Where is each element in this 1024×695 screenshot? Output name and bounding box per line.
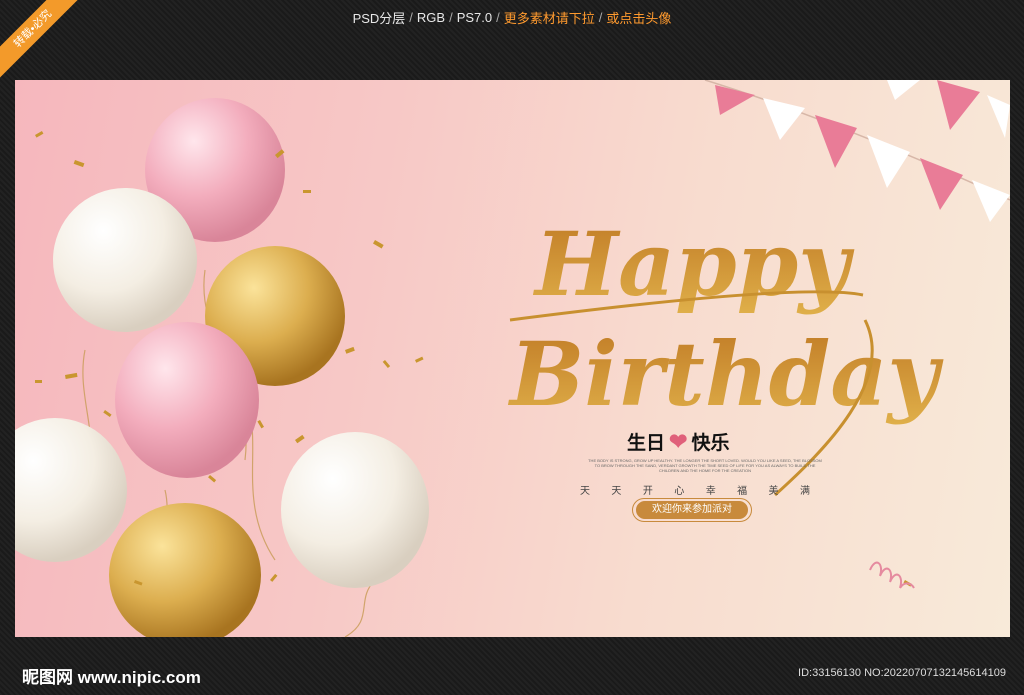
title-left: 生日 <box>627 433 666 454</box>
happy-birthday-script: Happy Birthday <box>507 212 944 426</box>
daily-char: 天 <box>580 486 590 497</box>
image-id-text: ID:33156130 NO:20220707132145614109 <box>798 667 1006 679</box>
header-sep: / <box>409 9 413 25</box>
balloon-white-left <box>53 188 197 332</box>
balloon-pink-mid <box>115 322 259 478</box>
header-sep: / <box>449 9 453 25</box>
daily-char: 福 <box>737 486 748 497</box>
header-avatar-link[interactable]: 或点击头像 <box>606 8 671 27</box>
invite-button[interactable]: 欢迎你来参加派对 <box>636 501 748 519</box>
header-more-link[interactable]: 更多素材请下拉 <box>504 8 595 27</box>
header-psd: PSD分层 <box>352 10 406 26</box>
daily-char: 开 <box>642 486 653 497</box>
footer: 昵图网 www.nipic.com ID:33156130 NO:2022070… <box>0 645 1024 695</box>
daily-char: 满 <box>799 486 810 497</box>
balloon-gold-bottom <box>109 503 261 637</box>
header-sep: / <box>598 9 603 25</box>
fine-print: THE BODY IS STRONG, GROW UP HEALTHY. THE… <box>588 458 822 473</box>
daily-char: 美 <box>768 486 779 497</box>
balloon-white-right <box>281 432 429 588</box>
bunting-flags <box>715 80 1010 222</box>
daily-char: 幸 <box>705 486 716 497</box>
daily-char: 天 <box>611 486 622 497</box>
birthday-text: Birthday <box>507 322 944 426</box>
birthday-title: 生日 ❤ 快乐 <box>627 428 729 455</box>
header-bar: PSD分层 / RGB / PS7.0 / 更多素材请下拉 / 或点击头像 <box>0 0 1024 34</box>
daily-char: 心 <box>674 486 685 497</box>
poster-canvas: Happy Birthday 生日 ❤ 快乐 THE BODY IS STRON… <box>15 80 1010 637</box>
daily-chars: 天 天 开 心 幸 福 美 满 <box>580 482 810 497</box>
header-rgb: RGB <box>416 9 446 25</box>
balloon-white-bottom-left <box>15 418 127 562</box>
ribbon-curl <box>869 561 915 589</box>
header-sep: / <box>496 9 500 25</box>
heart-icon: ❤ <box>669 428 688 454</box>
title-right: 快乐 <box>691 433 730 454</box>
site-logo[interactable]: 昵图网 www.nipic.com <box>22 663 201 688</box>
header-ps: PS7.0 <box>456 9 493 25</box>
poster-art: Happy Birthday <box>15 80 1010 637</box>
